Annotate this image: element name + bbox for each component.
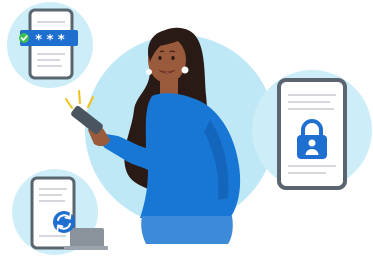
jeans	[141, 216, 233, 244]
security-illustration: * * *	[7, 2, 372, 255]
sync-bubble	[12, 169, 108, 255]
earring	[146, 69, 152, 75]
lock-bubble	[252, 70, 372, 190]
check-icon	[19, 33, 29, 43]
sync-icon	[53, 211, 75, 233]
laptop	[64, 228, 108, 250]
earring	[181, 66, 189, 74]
password-bubble: * * *	[7, 2, 93, 88]
lock-phone	[277, 78, 347, 190]
notification-sparks	[65, 90, 94, 109]
password-mask-text: * * *	[35, 33, 65, 48]
